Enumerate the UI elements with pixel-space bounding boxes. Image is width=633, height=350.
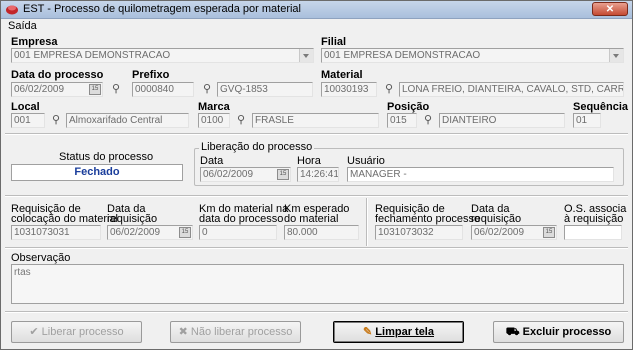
divider bbox=[5, 195, 628, 197]
req-fechamento-label-2: fechamento processo bbox=[375, 213, 481, 225]
calendar-icon[interactable]: 15 bbox=[543, 227, 555, 238]
menu-bar: Saída bbox=[1, 19, 632, 33]
data-req-colocacao-field[interactable]: 06/02/2009 15 bbox=[107, 225, 193, 240]
data-req-colocacao-label-2: requisição bbox=[107, 213, 158, 225]
limpar-tela-button[interactable]: ✎ Limpar tela bbox=[333, 321, 464, 343]
title-bar: EST - Processo de quilometragem esperada… bbox=[1, 1, 632, 19]
window-title: EST - Processo de quilometragem esperada… bbox=[23, 3, 301, 15]
local-label: Local bbox=[11, 101, 40, 113]
divider bbox=[5, 311, 628, 313]
search-binoculars-icon[interactable]: ⚲ bbox=[108, 82, 124, 97]
material-code-field[interactable]: 10030193 bbox=[321, 82, 377, 97]
observacao-textarea[interactable]: rtas bbox=[11, 264, 624, 304]
liberacao-usuario-field: MANAGER - bbox=[347, 167, 614, 182]
data-req-colocacao-value: 06/02/2009 bbox=[110, 227, 161, 238]
req-colocacao-field[interactable]: 1031073031 bbox=[11, 225, 101, 240]
menu-item-saida[interactable]: Saída bbox=[8, 20, 37, 32]
data-req-fechamento-label-2: requisição bbox=[471, 213, 522, 225]
posicao-code-field[interactable]: 015 bbox=[387, 113, 417, 128]
km-material-field[interactable]: 0 bbox=[199, 225, 277, 240]
chevron-down-icon[interactable] bbox=[609, 49, 623, 62]
delete-icon: ⛟ bbox=[505, 326, 523, 338]
form-content: Empresa 001 EMPRESA DEMONSTRACAO Filial … bbox=[1, 33, 632, 349]
search-binoculars-icon[interactable]: ⚲ bbox=[233, 113, 249, 128]
marca-code-field[interactable]: 0100 bbox=[198, 113, 230, 128]
prefixo-code-field[interactable]: 0000840 bbox=[132, 82, 194, 97]
sequencia-field[interactable]: 01 bbox=[573, 113, 601, 128]
material-label: Material bbox=[321, 69, 363, 81]
status-value: Fechado bbox=[11, 164, 183, 181]
prefixo-desc-field: GVQ-1853 bbox=[217, 82, 313, 97]
data-req-fechamento-value: 06/02/2009 bbox=[474, 227, 525, 238]
nao-liberar-processo-label: Não liberar processo bbox=[190, 326, 293, 338]
calendar-icon[interactable]: 15 bbox=[179, 227, 191, 238]
observacao-label: Observação bbox=[11, 252, 71, 264]
search-binoculars-icon[interactable]: ⚲ bbox=[48, 113, 64, 128]
filial-label: Filial bbox=[321, 36, 347, 48]
data-processo-label: Data do processo bbox=[11, 69, 104, 81]
check-icon: ✔ bbox=[29, 326, 42, 338]
os-field[interactable] bbox=[564, 225, 622, 240]
broom-icon: ✎ bbox=[363, 326, 376, 338]
app-icon bbox=[6, 5, 18, 15]
calendar-icon[interactable]: 15 bbox=[89, 84, 101, 95]
search-binoculars-icon[interactable]: ⚲ bbox=[381, 82, 397, 97]
calendar-icon: 15 bbox=[277, 169, 289, 180]
marca-desc-field: FRASLE bbox=[252, 113, 379, 128]
excluir-processo-label: Excluir processo bbox=[522, 326, 612, 338]
req-colocacao-label-2: colocação do material bbox=[11, 213, 119, 225]
limpar-tela-label: Limpar tela bbox=[375, 326, 434, 338]
prefixo-label: Prefixo bbox=[132, 69, 170, 81]
marca-label: Marca bbox=[198, 101, 230, 113]
liberacao-data-label: Data bbox=[200, 155, 224, 167]
filial-select[interactable]: 001 EMPRESA DEMONSTRACAO bbox=[321, 48, 624, 63]
liberar-processo-button[interactable]: ✔ Liberar processo bbox=[11, 321, 142, 343]
data-processo-value: 06/02/2009 bbox=[14, 84, 65, 95]
local-code-field[interactable]: 001 bbox=[11, 113, 45, 128]
close-button[interactable]: ✕ bbox=[592, 2, 628, 16]
liberacao-data-value: 06/02/2009 bbox=[203, 169, 254, 180]
search-binoculars-icon[interactable]: ⚲ bbox=[199, 82, 215, 97]
observacao-value: rtas bbox=[14, 267, 31, 278]
local-desc-field: Almoxarifado Central bbox=[66, 113, 189, 128]
posicao-label: Posição bbox=[387, 101, 430, 113]
material-desc-field: LONA FREIO, DIANTEIRA, CAVALO, STD, CARR… bbox=[399, 82, 624, 97]
km-esperado-label-2: do material bbox=[284, 213, 339, 225]
divider bbox=[5, 247, 628, 249]
chevron-down-icon[interactable] bbox=[299, 49, 313, 62]
liberacao-data-field: 06/02/2009 15 bbox=[200, 167, 291, 182]
filial-value: 001 EMPRESA DEMONSTRACAO bbox=[324, 50, 481, 61]
liberacao-hora-label: Hora bbox=[297, 155, 321, 167]
liberar-processo-label: Liberar processo bbox=[41, 326, 124, 338]
empresa-label: Empresa bbox=[11, 36, 58, 48]
search-binoculars-icon[interactable]: ⚲ bbox=[420, 113, 436, 128]
km-material-label-2: data do processo bbox=[199, 213, 284, 225]
sequencia-label: Sequência bbox=[573, 101, 629, 113]
x-icon: ✖ bbox=[178, 326, 191, 338]
liberacao-usuario-label: Usuário bbox=[347, 155, 385, 167]
liberacao-title: Liberação do processo bbox=[199, 141, 315, 153]
status-label: Status do processo bbox=[59, 151, 154, 163]
km-esperado-field[interactable]: 80.000 bbox=[284, 225, 359, 240]
nao-liberar-processo-button[interactable]: ✖ Não liberar processo bbox=[170, 321, 301, 343]
posicao-desc-field: DIANTEIRO bbox=[439, 113, 565, 128]
application-window: EST - Processo de quilometragem esperada… bbox=[0, 0, 633, 350]
data-req-fechamento-field[interactable]: 06/02/2009 15 bbox=[471, 225, 557, 240]
liberacao-hora-field: 14:26:41 bbox=[297, 167, 339, 182]
excluir-processo-button[interactable]: ⛟ Excluir processo bbox=[493, 321, 624, 343]
empresa-select[interactable]: 001 EMPRESA DEMONSTRACAO bbox=[11, 48, 314, 63]
os-label-2: à requisição bbox=[564, 213, 624, 225]
vertical-divider bbox=[366, 198, 368, 246]
data-processo-field[interactable]: 06/02/2009 15 bbox=[11, 82, 103, 97]
empresa-value: 001 EMPRESA DEMONSTRACAO bbox=[14, 50, 171, 61]
req-fechamento-field[interactable]: 1031073032 bbox=[375, 225, 463, 240]
divider bbox=[5, 133, 628, 135]
